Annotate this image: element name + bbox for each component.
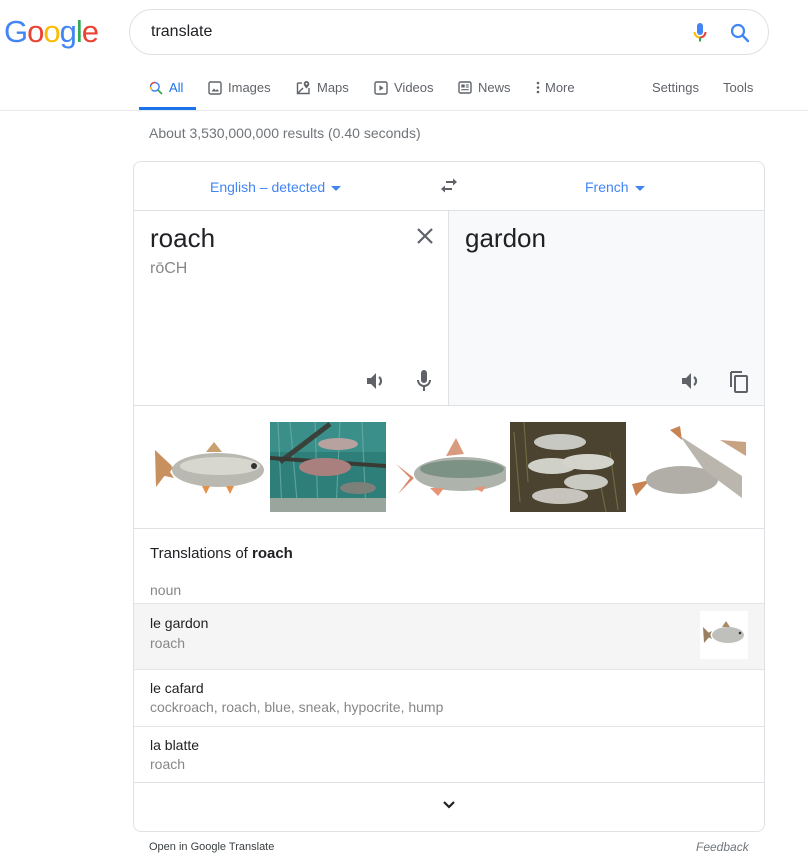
copy-icon[interactable]: [728, 368, 750, 394]
target-language-select[interactable]: French: [585, 179, 645, 195]
divider: [134, 726, 764, 727]
language-bar: English – detected French: [134, 162, 764, 211]
translation-meanings: cockroach, roach, blue, sneak, hypocrite…: [150, 699, 444, 715]
tab-images[interactable]: Images: [208, 80, 271, 95]
image-icon: [208, 80, 222, 95]
part-of-speech: noun: [150, 582, 182, 598]
open-in-google-translate-link[interactable]: Open in Google Translate: [149, 841, 274, 853]
source-text-input[interactable]: roach: [150, 223, 215, 254]
map-pin-icon: [296, 81, 310, 95]
microphone-icon[interactable]: [416, 369, 432, 393]
tab-news[interactable]: News: [458, 80, 511, 95]
search-tabs: All Images Maps Videos News More Setting…: [0, 70, 808, 111]
translated-text: gardon: [465, 223, 546, 253]
divider: [134, 603, 764, 604]
source-language-select[interactable]: English – detected: [210, 179, 342, 195]
translate-card: English – detected French roach rōCH gar…: [133, 161, 765, 832]
logo-letter: g: [59, 14, 77, 49]
tab-label: More: [545, 80, 575, 95]
fish-image[interactable]: [630, 422, 746, 512]
source-language-label: English – detected: [210, 179, 326, 195]
translation-row[interactable]: le cafard cockroach, roach, blue, sneak,…: [134, 669, 764, 726]
translation-word: le gardon: [150, 615, 209, 631]
more-vert-icon: [536, 81, 540, 94]
active-tab-indicator: [139, 107, 196, 110]
tools-link[interactable]: Tools: [723, 80, 753, 95]
search-icon: [149, 81, 163, 95]
target-pane: gardon: [449, 211, 764, 406]
translations-title-prefix: Translations of: [150, 545, 252, 562]
logo-letter: o: [27, 14, 44, 49]
search-input[interactable]: translate: [151, 23, 212, 41]
settings-link[interactable]: Settings: [652, 80, 699, 95]
source-phonetic: rōCH: [150, 260, 188, 277]
translation-row[interactable]: le gardon roach: [134, 603, 764, 669]
microphone-icon[interactable]: [692, 22, 708, 44]
tab-videos[interactable]: Videos: [374, 80, 434, 95]
chevron-down-icon: [443, 801, 455, 809]
settings-label: Settings: [652, 80, 699, 95]
play-icon: [374, 80, 388, 95]
swap-languages-icon[interactable]: [438, 177, 460, 195]
image-strip: [134, 406, 764, 529]
fish-underwater-image[interactable]: [270, 422, 386, 512]
caret-down-icon: [331, 185, 342, 191]
result-stats: About 3,530,000,000 results (0.40 second…: [149, 125, 421, 141]
tab-label: Maps: [317, 80, 349, 95]
translations-title-word: roach: [252, 545, 293, 562]
tab-label: Videos: [394, 80, 434, 95]
fish-image[interactable]: [150, 422, 266, 512]
translation-word: la blatte: [150, 737, 200, 753]
feedback-link[interactable]: Feedback: [696, 840, 749, 854]
tab-maps[interactable]: Maps: [296, 80, 349, 95]
tab-more[interactable]: More: [536, 80, 575, 95]
speaker-icon[interactable]: [366, 371, 388, 391]
translation-row[interactable]: la blatte roach: [134, 726, 764, 783]
logo-letter: o: [43, 14, 60, 49]
fish-thumbnail-image: [700, 611, 748, 659]
tools-label: Tools: [723, 80, 754, 95]
translation-meanings: roach: [150, 756, 186, 772]
logo-letter: G: [4, 14, 28, 49]
clear-icon[interactable]: [415, 226, 435, 246]
translation-word: le cafard: [150, 680, 204, 696]
logo-letter: e: [81, 14, 99, 49]
newspaper-icon: [458, 81, 472, 94]
search-icon[interactable]: [729, 22, 751, 44]
tab-label: All: [169, 80, 184, 95]
search-box[interactable]: translate: [129, 9, 769, 55]
tab-all[interactable]: All: [149, 80, 183, 95]
target-language-label: French: [585, 179, 629, 195]
translation-meanings: roach: [150, 635, 186, 651]
tab-label: Images: [228, 80, 271, 95]
divider: [134, 669, 764, 670]
google-logo[interactable]: Google: [4, 14, 99, 50]
fish-catch-image[interactable]: [510, 422, 626, 512]
source-pane[interactable]: roach rōCH: [134, 211, 449, 406]
tab-label: News: [478, 80, 511, 95]
translations-title: Translations of roach: [150, 545, 293, 562]
show-more-button[interactable]: [134, 782, 764, 831]
speaker-icon[interactable]: [681, 371, 703, 391]
fish-image[interactable]: [390, 422, 506, 512]
caret-down-icon: [634, 185, 645, 191]
